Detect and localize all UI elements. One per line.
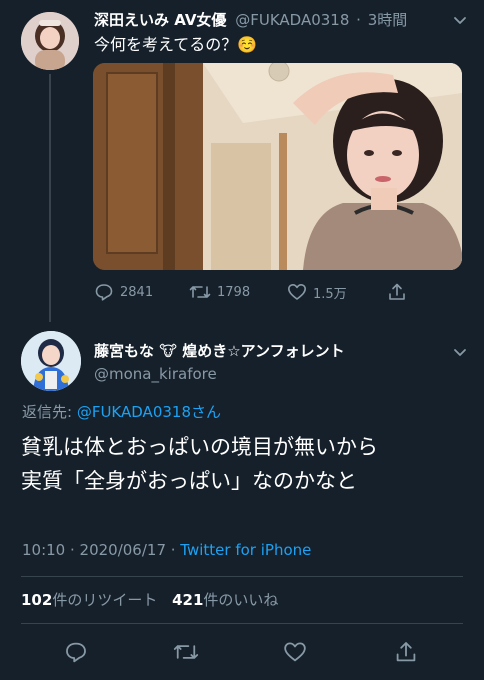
like-button[interactable] bbox=[283, 640, 307, 664]
like-label: 件のいいね bbox=[203, 591, 279, 609]
chevron-down-icon[interactable] bbox=[452, 344, 468, 360]
timestamp: 10:10 · 2020/06/17 · bbox=[22, 541, 181, 559]
reply-button[interactable]: 2841 bbox=[94, 280, 153, 304]
divider bbox=[21, 576, 463, 577]
avatar[interactable] bbox=[21, 331, 81, 391]
tweet-meta: 10:10 · 2020/06/17 · Twitter for iPhone bbox=[22, 540, 462, 560]
retweets-stat[interactable]: 102件のリツイート bbox=[21, 591, 157, 609]
reply-button[interactable] bbox=[64, 640, 88, 664]
tweet-text-line: 貧乳は体とおっぱいの境目が無いから bbox=[21, 435, 378, 459]
retweet-count: 1798 bbox=[217, 284, 251, 300]
share-icon bbox=[389, 283, 405, 300]
retweet-icon bbox=[189, 286, 211, 298]
tweet-stats: 102件のリツイート 421件のいいね bbox=[21, 589, 461, 611]
avatar[interactable] bbox=[21, 12, 79, 70]
reply-to-label: 返信先: bbox=[22, 403, 77, 421]
separator: · bbox=[356, 11, 361, 29]
photo-image bbox=[93, 63, 462, 270]
reply-to-line: 返信先: @FUKADA0318さん bbox=[22, 402, 422, 422]
avatar-image bbox=[21, 12, 79, 70]
like-count: 1.5万 bbox=[313, 286, 347, 302]
retweet-button[interactable]: 1798 bbox=[189, 280, 250, 304]
reply-count: 2841 bbox=[120, 284, 154, 300]
heart-icon bbox=[284, 642, 306, 662]
retweet-label: 件のリツイート bbox=[52, 591, 158, 609]
share-icon bbox=[396, 642, 416, 662]
display-name[interactable]: 深田えいみ AV女優 bbox=[94, 11, 226, 29]
like-button[interactable]: 1.5万 bbox=[287, 280, 347, 304]
tweet-photo[interactable] bbox=[93, 63, 462, 270]
source-link[interactable]: Twitter for iPhone bbox=[180, 541, 311, 559]
heart-icon bbox=[288, 284, 306, 300]
share-button[interactable] bbox=[387, 280, 413, 304]
handle[interactable]: @FUKADA0318 bbox=[235, 11, 349, 29]
divider bbox=[21, 623, 463, 624]
share-button[interactable] bbox=[394, 640, 418, 664]
retweet-icon bbox=[173, 645, 199, 659]
thread-line bbox=[49, 74, 51, 322]
timestamp[interactable]: 3時間 bbox=[368, 11, 408, 29]
retweet-count: 102 bbox=[21, 591, 53, 609]
retweet-button[interactable] bbox=[173, 640, 199, 664]
reply-icon bbox=[66, 642, 86, 663]
tweet-actions: 2841 1798 1.5万 bbox=[94, 280, 424, 304]
reply-to-mention[interactable]: @FUKADA0318さん bbox=[77, 403, 221, 421]
avatar-image bbox=[21, 331, 81, 391]
tweet-text-line: 実質「全身がおっぱい」なのかなと bbox=[21, 469, 357, 493]
tweet-header: 深田えいみ AV女優 @FUKADA0318 · 3時間 bbox=[94, 8, 449, 32]
tweet-text: 今何を考えてるの？☺️ bbox=[94, 35, 258, 54]
chevron-down-icon[interactable] bbox=[452, 12, 468, 28]
handle[interactable]: @mona_kirafore bbox=[94, 364, 394, 384]
reply-icon bbox=[95, 284, 113, 301]
likes-stat[interactable]: 421件のいいね bbox=[172, 591, 278, 609]
tweet-text: 貧乳は体とおっぱいの境目が無いから 実質「全身がおっぱい」なのかなと bbox=[21, 430, 471, 514]
display-name[interactable]: 藤宮もな 🐮 煌めき☆アンフォレント bbox=[94, 340, 439, 362]
like-count: 421 bbox=[172, 591, 204, 609]
